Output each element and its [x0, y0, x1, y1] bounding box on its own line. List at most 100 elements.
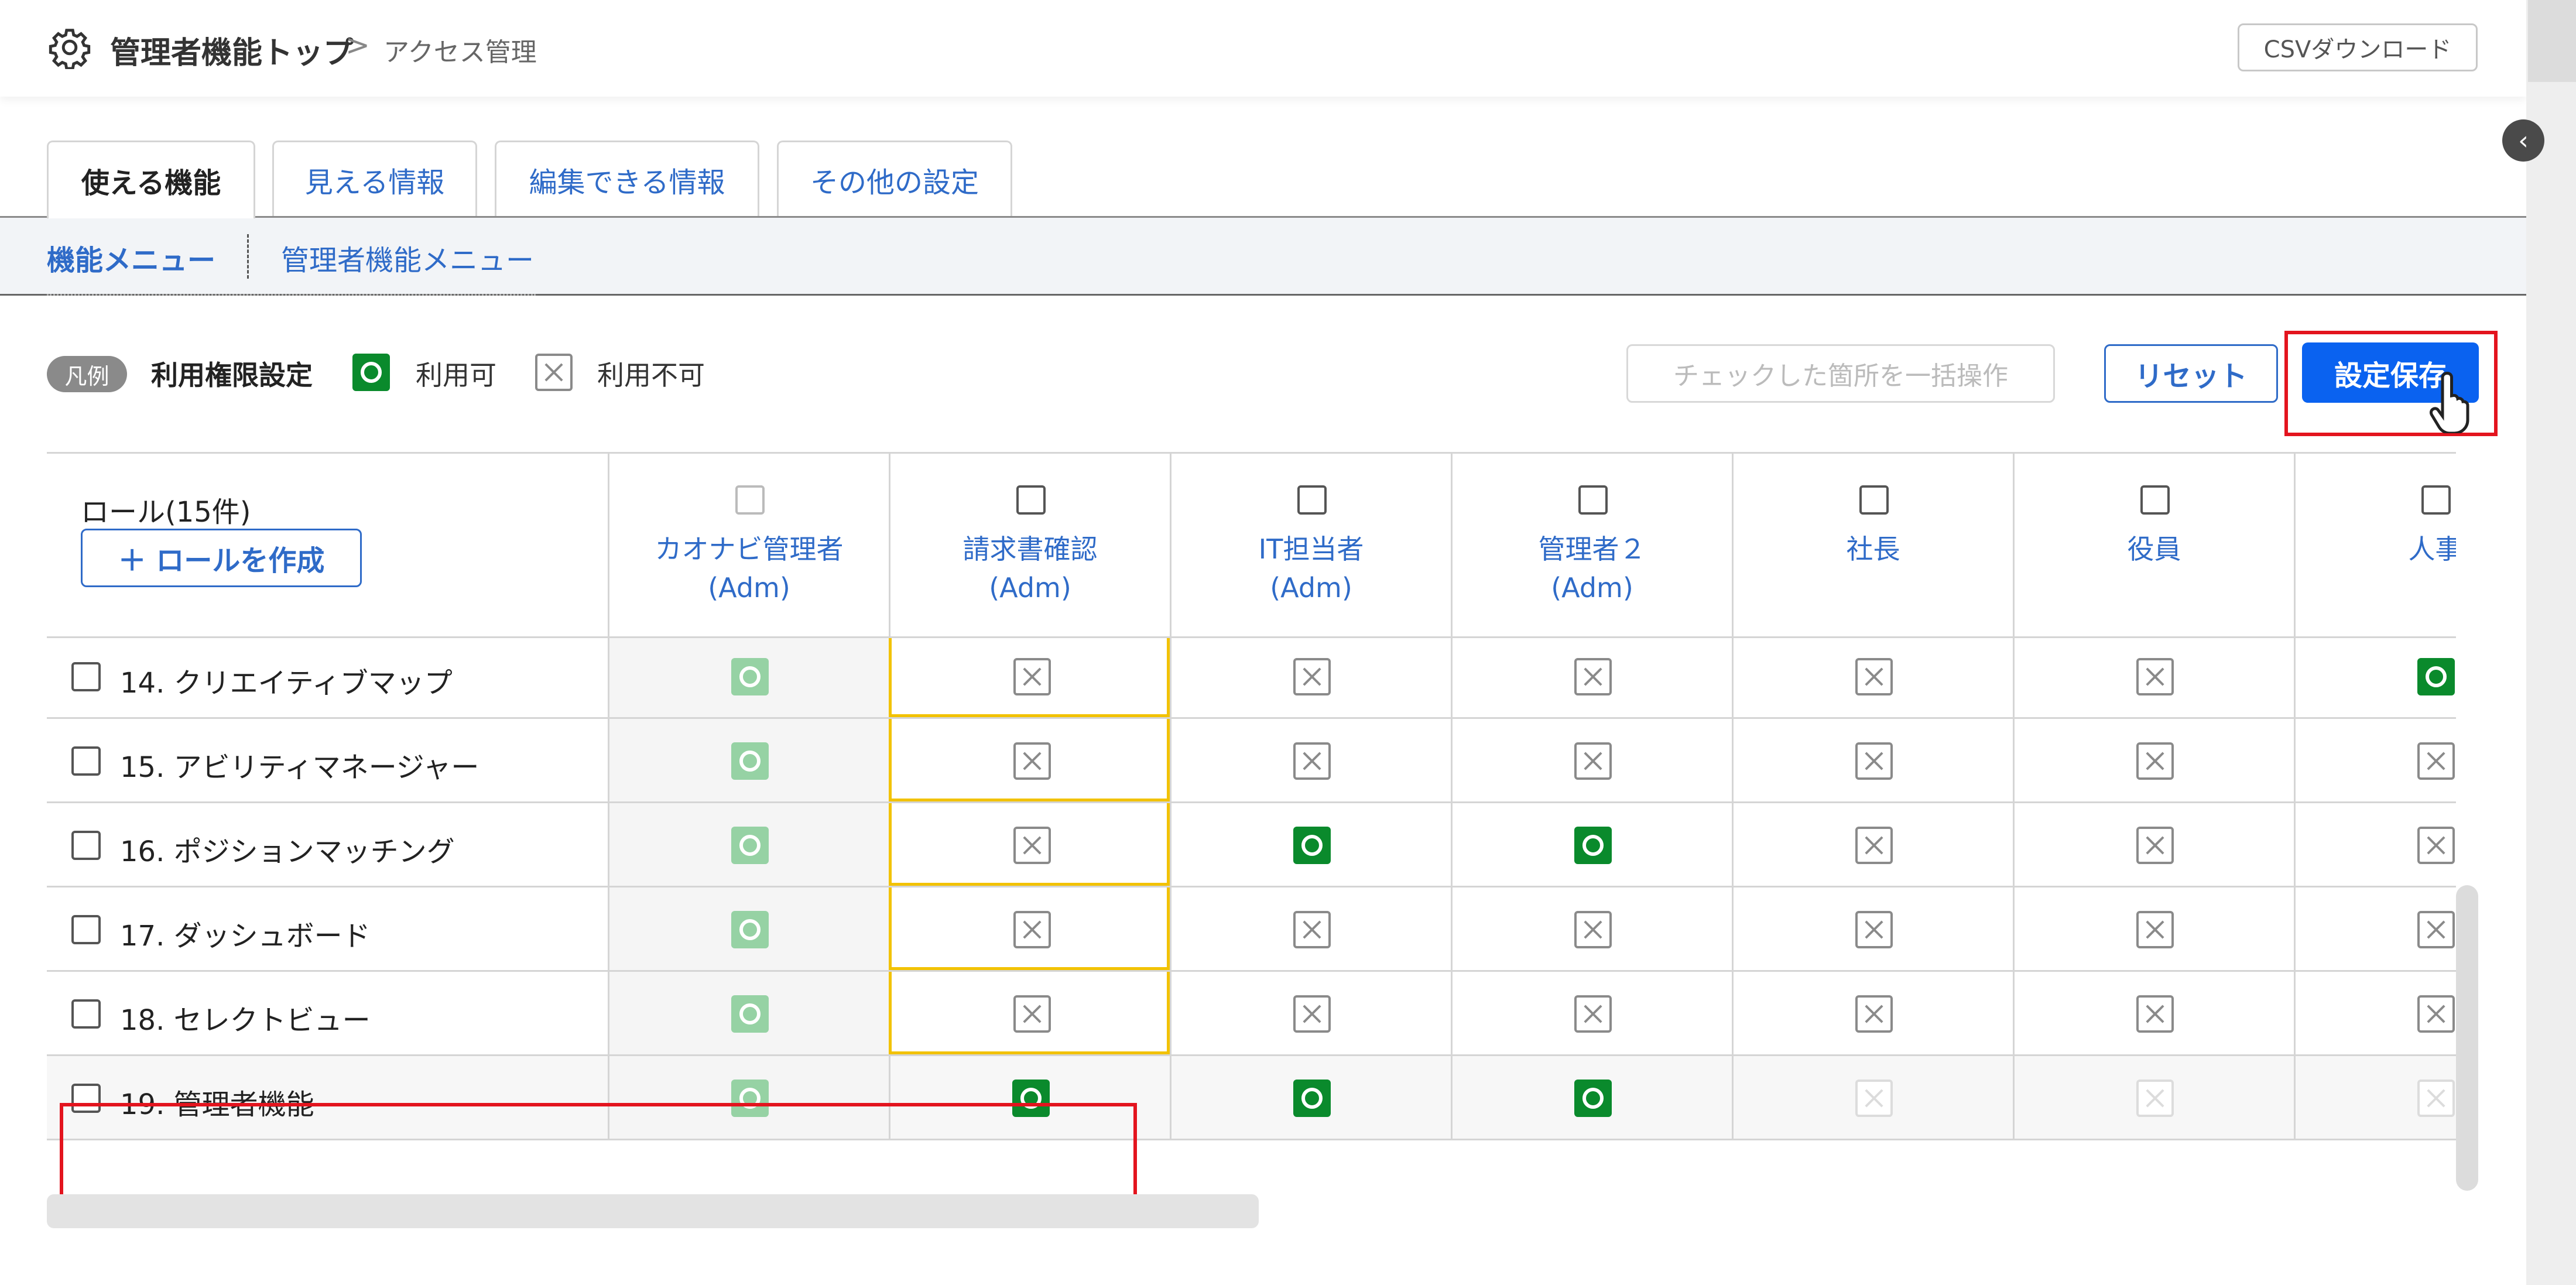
vertical-scrollbar[interactable]: [2456, 885, 2478, 1191]
denied-icon[interactable]: [2136, 742, 2174, 780]
allowed-icon[interactable]: [1293, 827, 1331, 864]
allowed-icon[interactable]: [731, 742, 769, 780]
allowed-icon[interactable]: [731, 827, 769, 864]
allowed-icon[interactable]: [1574, 827, 1612, 864]
denied-icon[interactable]: [1013, 658, 1051, 695]
denied-icon[interactable]: [1574, 742, 1612, 780]
permission-cell[interactable]: [1732, 887, 2013, 970]
csv-download-button[interactable]: CSVダウンロード: [2238, 23, 2478, 71]
denied-icon[interactable]: [2136, 1080, 2174, 1117]
denied-icon[interactable]: [1293, 658, 1331, 695]
denied-icon[interactable]: [1574, 995, 1612, 1033]
column-checkbox[interactable]: [735, 485, 765, 515]
column-name[interactable]: カオナビ管理者: [655, 533, 844, 565]
permission-cell[interactable]: [889, 972, 1170, 1054]
permission-cell[interactable]: [889, 719, 1170, 801]
permission-cell[interactable]: [2013, 719, 2294, 801]
allowed-icon[interactable]: [731, 658, 769, 695]
permission-cell[interactable]: [1170, 635, 1451, 717]
row-checkbox[interactable]: [71, 915, 101, 944]
collapse-panel-button[interactable]: ‹: [2502, 119, 2544, 162]
column-checkbox[interactable]: [1297, 485, 1327, 515]
denied-icon[interactable]: [1855, 742, 1893, 780]
row-checkbox[interactable]: [71, 831, 101, 860]
permission-cell[interactable]: [1170, 887, 1451, 970]
denied-icon[interactable]: [1013, 911, 1051, 948]
denied-icon[interactable]: [2136, 995, 2174, 1033]
permission-cell[interactable]: [608, 803, 889, 886]
column-checkbox[interactable]: [1016, 485, 1046, 515]
column-name[interactable]: 請求書確認: [963, 533, 1098, 565]
denied-icon[interactable]: [1013, 995, 1051, 1033]
gear-icon[interactable]: [48, 26, 91, 69]
column-name[interactable]: IT担当者: [1259, 533, 1364, 565]
permission-cell[interactable]: [1451, 719, 1732, 801]
permission-cell[interactable]: [1732, 635, 2013, 717]
denied-icon[interactable]: [1013, 827, 1051, 864]
column-name[interactable]: 役員: [2128, 533, 2181, 565]
subnav-admin-menu[interactable]: 管理者機能メニュー: [281, 237, 534, 278]
permission-cell[interactable]: [2294, 719, 2456, 801]
permission-cell[interactable]: [889, 803, 1170, 886]
permission-cell[interactable]: [1170, 803, 1451, 886]
permission-cell[interactable]: [2013, 887, 2294, 970]
permission-cell[interactable]: [1170, 1056, 1451, 1139]
denied-icon[interactable]: [2417, 1080, 2455, 1117]
permission-cell[interactable]: [1170, 719, 1451, 801]
allowed-icon[interactable]: [731, 995, 769, 1033]
denied-icon[interactable]: [2417, 742, 2455, 780]
permission-cell[interactable]: [1732, 972, 2013, 1054]
denied-icon[interactable]: [2136, 827, 2174, 864]
tab-visible-info[interactable]: 見える情報: [272, 141, 477, 217]
denied-icon[interactable]: [1574, 911, 1612, 948]
allowed-icon[interactable]: [1574, 1080, 1612, 1117]
tab-editable-info[interactable]: 編集できる情報: [495, 141, 759, 217]
denied-icon[interactable]: [2136, 658, 2174, 695]
breadcrumb-admin-top[interactable]: 管理者機能トップ: [110, 28, 354, 72]
denied-icon[interactable]: [2417, 911, 2455, 948]
permission-cell[interactable]: [2013, 972, 2294, 1054]
denied-icon[interactable]: [1855, 911, 1893, 948]
permission-cell[interactable]: [2294, 972, 2456, 1054]
permission-cell[interactable]: [2013, 635, 2294, 717]
denied-icon[interactable]: [1855, 827, 1893, 864]
column-checkbox[interactable]: [1859, 485, 1889, 515]
row-checkbox[interactable]: [71, 746, 101, 776]
permission-cell[interactable]: [2294, 635, 2456, 717]
denied-icon[interactable]: [1574, 658, 1612, 695]
permission-cell[interactable]: [608, 719, 889, 801]
reset-button[interactable]: リセット: [2104, 344, 2278, 403]
tab-usable-features[interactable]: 使える機能: [47, 141, 255, 218]
row-checkbox[interactable]: [71, 662, 101, 691]
column-checkbox[interactable]: [2140, 485, 2170, 515]
row-checkbox[interactable]: [71, 999, 101, 1029]
denied-icon[interactable]: [1855, 658, 1893, 695]
permission-cell[interactable]: [1451, 635, 1732, 717]
horizontal-scrollbar[interactable]: [47, 1194, 1259, 1228]
permission-cell[interactable]: [1451, 1056, 1732, 1139]
permission-cell[interactable]: [2013, 1056, 2294, 1139]
permission-cell[interactable]: [1451, 803, 1732, 886]
denied-icon[interactable]: [2417, 995, 2455, 1033]
bulk-operation-button[interactable]: チェックした箇所を一括操作: [1626, 344, 2055, 403]
column-name[interactable]: 管理者２: [1539, 533, 1646, 565]
denied-icon[interactable]: [1293, 995, 1331, 1033]
subnav-feature-menu[interactable]: 機能メニュー: [47, 237, 215, 278]
denied-icon[interactable]: [1855, 1080, 1893, 1117]
permission-cell[interactable]: [1451, 887, 1732, 970]
permission-cell[interactable]: [1732, 1056, 2013, 1139]
permission-cell[interactable]: [1732, 803, 2013, 886]
create-role-button[interactable]: ＋ ロールを作成: [81, 529, 362, 587]
denied-icon[interactable]: [1293, 742, 1331, 780]
tab-other-settings[interactable]: その他の設定: [777, 141, 1012, 217]
permission-cell[interactable]: [608, 972, 889, 1054]
denied-icon[interactable]: [1293, 911, 1331, 948]
allowed-icon[interactable]: [731, 911, 769, 948]
denied-icon[interactable]: [1013, 742, 1051, 780]
permission-cell[interactable]: [2294, 803, 2456, 886]
permission-cell[interactable]: [608, 887, 889, 970]
column-checkbox[interactable]: [1578, 485, 1608, 515]
denied-icon[interactable]: [2136, 911, 2174, 948]
permission-cell[interactable]: [2013, 803, 2294, 886]
allowed-icon[interactable]: [2417, 658, 2455, 695]
